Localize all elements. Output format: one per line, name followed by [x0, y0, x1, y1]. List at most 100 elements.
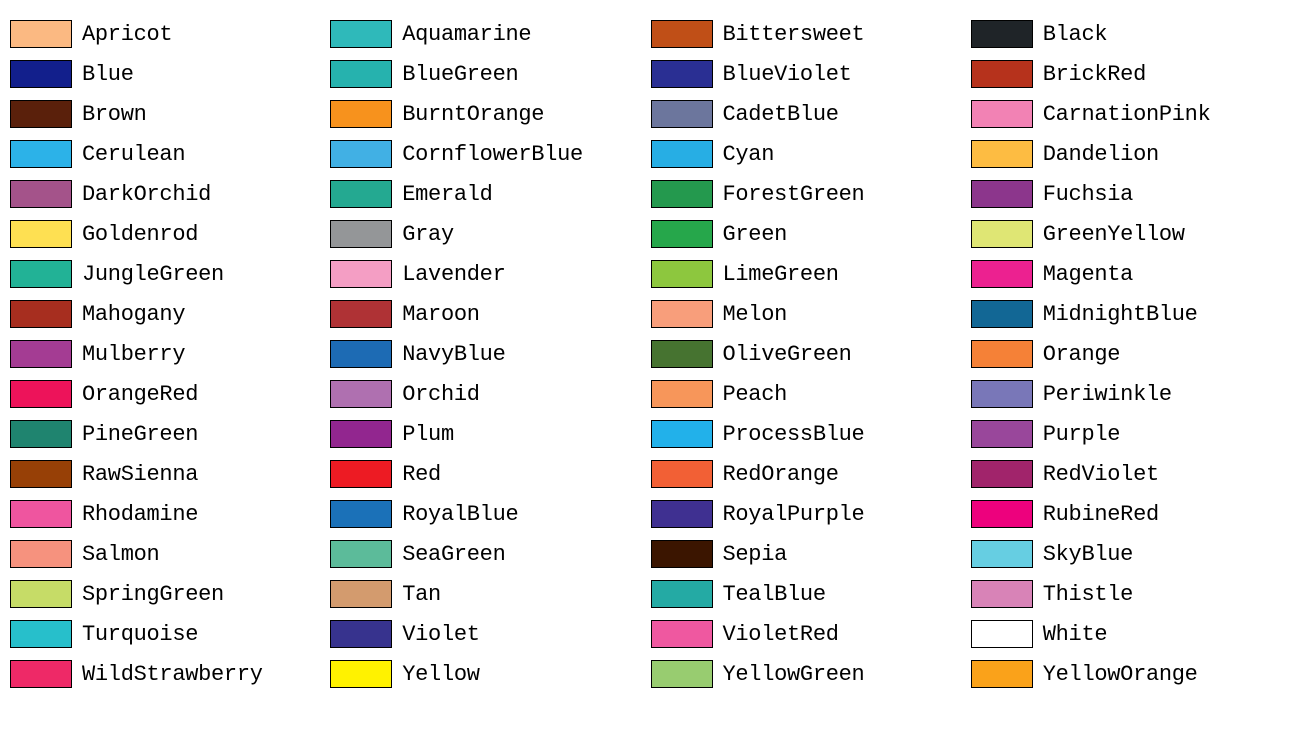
color-swatch	[651, 500, 713, 528]
color-label: SeaGreen	[402, 542, 505, 567]
color-swatch	[971, 380, 1033, 408]
color-swatch	[971, 20, 1033, 48]
color-item: CarnationPink	[971, 100, 1291, 128]
color-label: BlueGreen	[402, 62, 518, 87]
color-item: Brown	[10, 100, 330, 128]
color-swatch	[651, 460, 713, 488]
color-item: SpringGreen	[10, 580, 330, 608]
color-item: Bittersweet	[651, 20, 971, 48]
color-item: YellowOrange	[971, 660, 1291, 688]
color-swatch	[10, 300, 72, 328]
color-item: Turquoise	[10, 620, 330, 648]
color-swatch	[971, 500, 1033, 528]
color-label: Blue	[82, 62, 134, 87]
color-swatch	[10, 220, 72, 248]
color-label: PineGreen	[82, 422, 198, 447]
color-label: Yellow	[402, 662, 479, 687]
color-item: OrangeRed	[10, 380, 330, 408]
color-swatch	[971, 620, 1033, 648]
color-item: RubineRed	[971, 500, 1291, 528]
color-label: Melon	[723, 302, 788, 327]
color-swatch	[651, 300, 713, 328]
color-label: Mahogany	[82, 302, 185, 327]
color-label: YellowOrange	[1043, 662, 1198, 687]
color-item: WildStrawberry	[10, 660, 330, 688]
color-item: Tan	[330, 580, 650, 608]
color-item: MidnightBlue	[971, 300, 1291, 328]
color-label: DarkOrchid	[82, 182, 211, 207]
color-item: DarkOrchid	[10, 180, 330, 208]
color-item: Maroon	[330, 300, 650, 328]
color-swatch	[330, 420, 392, 448]
color-label: VioletRed	[723, 622, 839, 647]
color-label: Lavender	[402, 262, 505, 287]
color-item: Fuchsia	[971, 180, 1291, 208]
color-label: ForestGreen	[723, 182, 865, 207]
color-label: Turquoise	[82, 622, 198, 647]
color-label: RedOrange	[723, 462, 839, 487]
color-label: Peach	[723, 382, 788, 407]
color-swatch	[971, 660, 1033, 688]
color-item: SeaGreen	[330, 540, 650, 568]
color-swatch	[10, 460, 72, 488]
color-item: Magenta	[971, 260, 1291, 288]
color-swatch	[330, 660, 392, 688]
color-item: PineGreen	[10, 420, 330, 448]
color-label: OliveGreen	[723, 342, 852, 367]
color-swatch	[10, 580, 72, 608]
color-swatch	[971, 180, 1033, 208]
color-swatch	[651, 100, 713, 128]
color-swatch	[971, 60, 1033, 88]
color-label: CadetBlue	[723, 102, 839, 127]
color-label: RoyalBlue	[402, 502, 518, 527]
color-label: MidnightBlue	[1043, 302, 1198, 327]
color-label: Cerulean	[82, 142, 185, 167]
color-swatch	[330, 460, 392, 488]
color-item: Dandelion	[971, 140, 1291, 168]
color-label: RoyalPurple	[723, 502, 865, 527]
color-swatch	[10, 540, 72, 568]
color-swatch	[651, 540, 713, 568]
color-item: Mulberry	[10, 340, 330, 368]
color-label: BlueViolet	[723, 62, 852, 87]
color-swatch	[971, 460, 1033, 488]
color-item: BlueViolet	[651, 60, 971, 88]
color-swatch	[10, 620, 72, 648]
color-item: Rhodamine	[10, 500, 330, 528]
color-label: Orchid	[402, 382, 479, 407]
color-label: Green	[723, 222, 788, 247]
color-label: Goldenrod	[82, 222, 198, 247]
color-swatch	[651, 260, 713, 288]
color-label: Plum	[402, 422, 454, 447]
color-item: Orchid	[330, 380, 650, 408]
color-swatch	[651, 60, 713, 88]
color-swatch	[330, 340, 392, 368]
color-label: Orange	[1043, 342, 1120, 367]
color-item: Apricot	[10, 20, 330, 48]
color-item: Yellow	[330, 660, 650, 688]
color-label: CornflowerBlue	[402, 142, 583, 167]
color-swatch	[651, 140, 713, 168]
color-item: Blue	[10, 60, 330, 88]
color-label: Mulberry	[82, 342, 185, 367]
color-label: JungleGreen	[82, 262, 224, 287]
color-swatch	[10, 420, 72, 448]
color-swatch	[330, 20, 392, 48]
color-label: BrickRed	[1043, 62, 1146, 87]
color-label: Aquamarine	[402, 22, 531, 47]
color-swatch	[10, 380, 72, 408]
color-label: Gray	[402, 222, 454, 247]
color-item: RawSienna	[10, 460, 330, 488]
color-item: JungleGreen	[10, 260, 330, 288]
color-label: GreenYellow	[1043, 222, 1185, 247]
color-item: Thistle	[971, 580, 1291, 608]
color-swatch	[10, 20, 72, 48]
color-swatch	[651, 180, 713, 208]
color-label: Purple	[1043, 422, 1120, 447]
color-label: Salmon	[82, 542, 159, 567]
color-label: Periwinkle	[1043, 382, 1172, 407]
color-label: LimeGreen	[723, 262, 839, 287]
color-item: CornflowerBlue	[330, 140, 650, 168]
color-swatch	[330, 500, 392, 528]
color-item: Purple	[971, 420, 1291, 448]
